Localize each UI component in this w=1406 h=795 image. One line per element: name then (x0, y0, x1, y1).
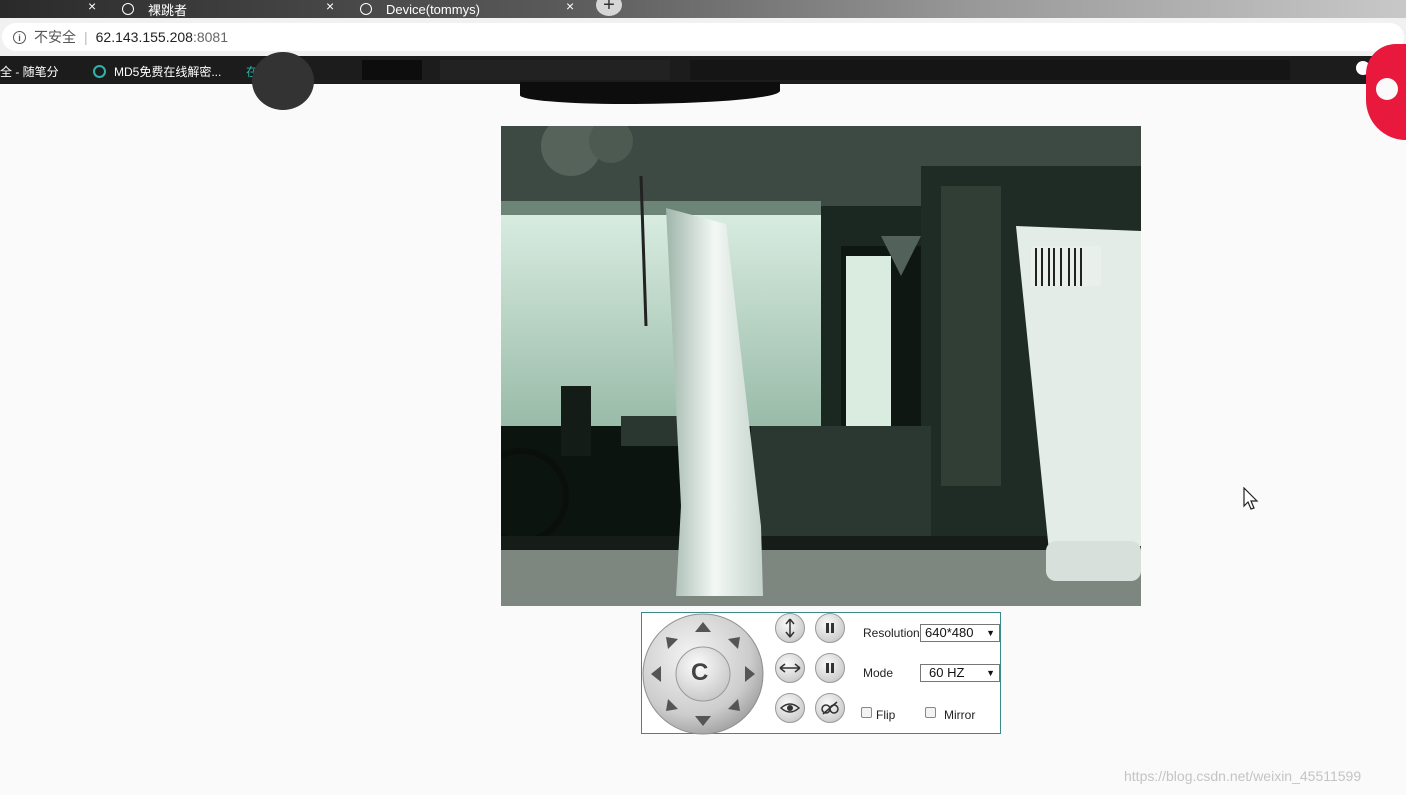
vertical-arrows-icon (785, 618, 795, 638)
ir-off-button[interactable] (815, 693, 845, 723)
tab-1-label: 裸跳者 (148, 2, 188, 18)
redaction (690, 60, 1290, 80)
mouse-cursor-icon (1243, 487, 1259, 510)
tab-2[interactable]: Device(tommys) × (348, 0, 586, 18)
resolution-value: 640*480 (925, 625, 974, 640)
resolution-select[interactable]: 640*480 ▼ (920, 624, 1000, 642)
globe-icon (360, 3, 372, 15)
eye-icon (780, 703, 800, 713)
vertical-patrol-button[interactable] (775, 613, 805, 643)
camera-video-feed (501, 126, 1141, 606)
extension-overlay-icon (1366, 44, 1406, 140)
info-icon[interactable]: i (13, 30, 26, 44)
close-icon[interactable]: × (326, 0, 334, 14)
horizontal-pause-button[interactable] (815, 653, 845, 683)
chevron-down-icon: ▼ (986, 668, 995, 678)
redaction-stroke (520, 82, 780, 104)
mode-select[interactable]: 60 HZ ▼ (920, 664, 1000, 682)
new-tab-button[interactable]: + (596, 0, 622, 16)
bookmarks-bar: 全 - 随笔分 MD5免费在线解密... 在 (0, 56, 1406, 84)
chevron-down-icon: ▼ (986, 628, 995, 638)
redaction (362, 60, 422, 80)
tab-strip: × 裸跳者 × Device(tommys) × + (0, 0, 1406, 18)
pause-icon (826, 663, 834, 673)
bookmark-favicon-icon (93, 65, 106, 78)
close-icon[interactable]: × (566, 0, 574, 14)
address-bar-container: i 不安全 | 62.143.155.208:8081 (0, 18, 1406, 56)
camera-frame-image (501, 126, 1141, 606)
watermark: https://blog.csdn.net/weixin_45511599 (1124, 768, 1362, 784)
tab-1[interactable]: 裸跳者 × (110, 0, 346, 18)
center-button[interactable]: C (691, 659, 708, 687)
horizontal-arrows-icon (779, 663, 801, 673)
horizontal-patrol-button[interactable] (775, 653, 805, 683)
bookmark-item[interactable]: MD5免费在线解密... (93, 63, 221, 80)
camera-control-panel: C Resolution 640*480 ▼ Mode 60 HZ ▼ Flip… (641, 612, 1001, 735)
tab-2-label: Device(tommys) (386, 1, 480, 17)
resolution-label: Resolution (863, 626, 920, 640)
eye-off-icon (821, 701, 839, 715)
close-icon[interactable]: × (88, 0, 96, 14)
address-bar[interactable]: i 不安全 | 62.143.155.208:8081 (2, 23, 1404, 51)
tab-0[interactable]: × (0, 0, 108, 18)
mode-value: 60 HZ (929, 665, 965, 680)
address-separator: | (84, 29, 88, 45)
url-port: :8081 (192, 29, 229, 45)
security-status: 不安全 (34, 29, 76, 45)
pause-icon (826, 623, 834, 633)
flip-label: Flip (876, 708, 896, 722)
flip-checkbox[interactable] (861, 707, 872, 718)
bookmark-item[interactable]: 全 - 随笔分 (0, 63, 59, 80)
ir-on-button[interactable] (775, 693, 805, 723)
redaction (440, 60, 670, 80)
vertical-pause-button[interactable] (815, 613, 845, 643)
mode-label: Mode (863, 666, 894, 680)
bookmark-label: MD5免费在线解密... (114, 65, 222, 79)
globe-icon (122, 3, 134, 15)
url-host: 62.143.155.208 (95, 29, 193, 45)
mirror-checkbox[interactable] (925, 707, 936, 718)
redaction-blob (252, 52, 314, 110)
mirror-label: Mirror (944, 708, 976, 722)
